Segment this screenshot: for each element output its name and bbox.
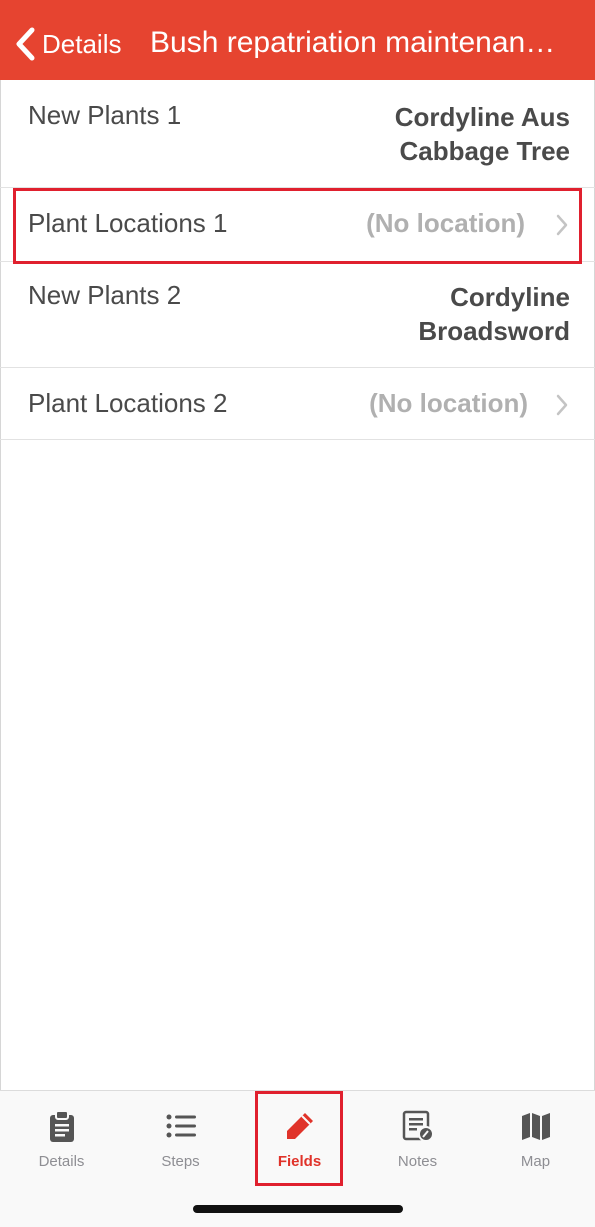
field-label: Plant Locations 2 [28,388,228,418]
tab-label: Steps [161,1153,200,1170]
fields-tab-highlight [255,1091,343,1186]
field-value-line: Cabbage Tree [399,136,570,166]
field-row-new-plants-1[interactable]: New Plants 1 Cordyline Aus Cabbage Tree [0,80,595,188]
field-label: New Plants 1 [28,100,182,130]
clipboard-icon [49,1110,74,1142]
page-title: Bush repatriation maintenan… [150,26,556,59]
map-icon [521,1113,550,1140]
back-button-label: Details [42,28,122,59]
plant-locations-1-highlight [13,188,582,264]
field-value-line: Cordyline [450,282,570,312]
tab-label: Details [38,1153,85,1170]
chevron-right-icon [556,394,568,416]
tab-details[interactable]: Details [2,1091,121,1191]
field-value: Cordyline Aus Cabbage Tree [395,100,570,168]
tab-label: Notes [397,1153,438,1170]
tab-notes[interactable]: Notes [358,1091,477,1191]
field-value-line: Broadsword [418,316,570,346]
field-value: (No location) [369,388,528,418]
field-value: Cordyline Broadsword [418,280,570,348]
back-button[interactable]: Details [12,22,121,66]
tab-label: Map [520,1153,551,1170]
field-value-line: Cordyline Aus [394,102,570,132]
chevron-left-icon [16,27,35,61]
note-icon [402,1110,434,1142]
field-label: New Plants 2 [28,280,182,310]
tab-map[interactable]: Map [476,1091,595,1191]
navigation-bar: Details Bush repatriation maintenan… [0,0,595,80]
tab-steps[interactable]: Steps [121,1091,240,1191]
field-row-new-plants-2[interactable]: New Plants 2 Cordyline Broadsword [0,262,595,368]
list-icon [166,1114,196,1138]
home-indicator[interactable] [193,1205,403,1213]
field-row-plant-locations-2[interactable]: Plant Locations 2 (No location) [0,368,595,440]
